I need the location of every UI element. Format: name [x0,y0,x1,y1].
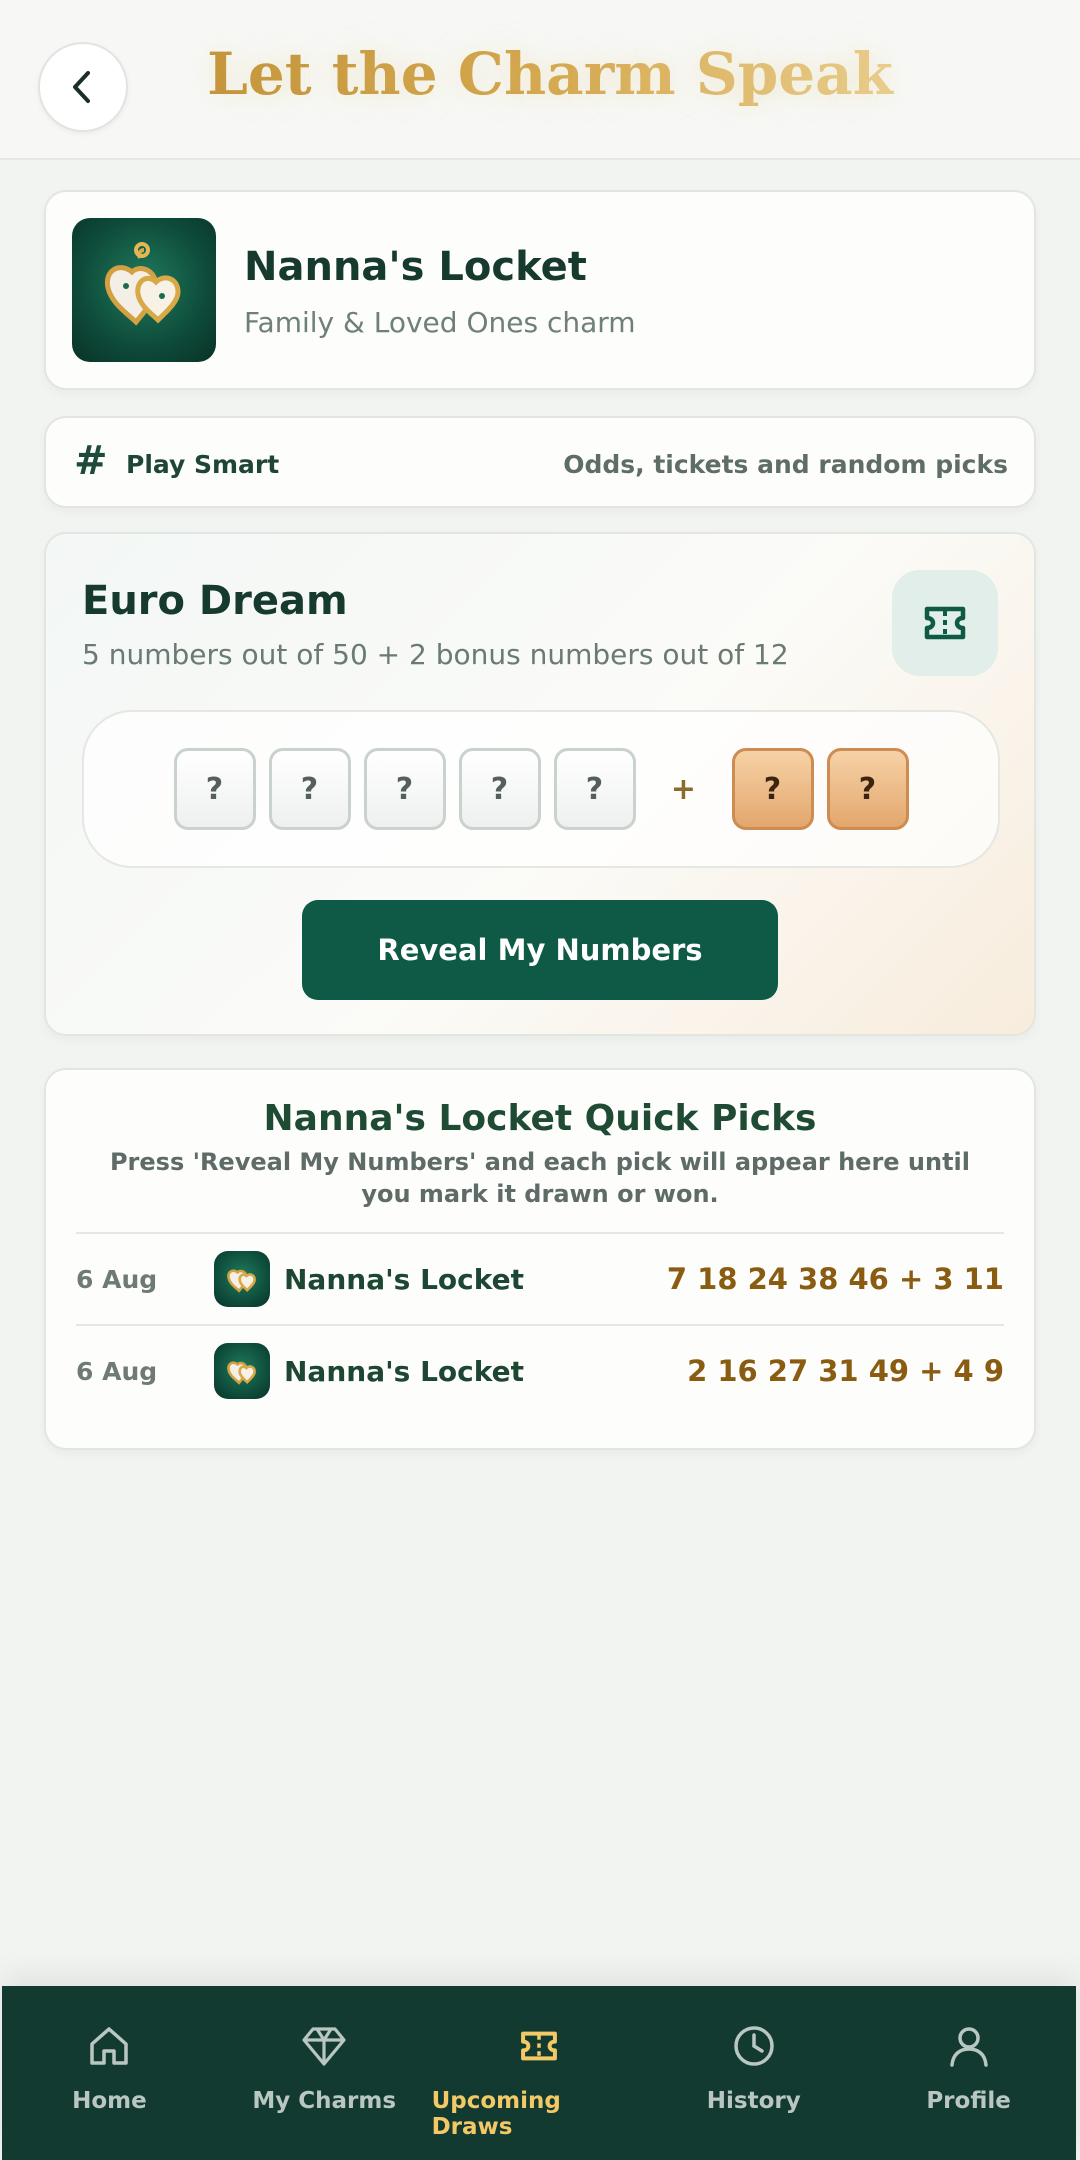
quick-picks-title: Nanna's Locket Quick Picks [263,1098,817,1139]
ticket-badge [892,570,998,676]
nav-item-my-charms[interactable]: My Charms [217,1986,432,2160]
pick-numbers: 2 16 27 31 49 + 4 9 [687,1354,1004,1388]
pick-numbers: 7 18 24 38 46 + 3 11 [666,1262,1004,1296]
pick-charm-name: Nanna's Locket [284,1354,524,1388]
bonus-ball: ? [731,748,814,830]
draw-card: Euro Dream 5 numbers out of 50 + 2 bonus… [44,532,1036,1036]
charm-image [72,218,216,362]
bottom-nav: Home My Charms Upcoming Draws History Pr… [2,1986,1076,2160]
nav-item-history[interactable]: History [646,1986,861,2160]
number-balls: ? ? ? ? ? + ? ? [82,710,1000,868]
draw-subtitle: 5 numbers out of 50 + 2 bonus numbers ou… [82,638,789,671]
nav-item-upcoming-draws[interactable]: Upcoming Draws [432,1986,647,2160]
nav-label: My Charms [252,2088,397,2114]
charm-name: Nanna's Locket [244,244,587,290]
locket-hearts-icon [214,1343,270,1399]
main-ball: ? [458,748,541,830]
reveal-numbers-button[interactable]: Reveal My Numbers [302,900,778,1000]
ticket-icon [515,2022,563,2070]
app-header: Let the Charm Speak [0,0,1080,160]
user-icon [945,2022,993,2070]
nav-item-profile[interactable]: Profile [861,1986,1076,2160]
quick-picks-subtitle: Press 'Reveal My Numbers' and each pick … [109,1148,971,1208]
main-ball: ? [173,748,256,830]
play-smart-hint: Odds, tickets and random picks [563,450,1008,479]
pick-row: 6 Aug Nanna's Locket 2 16 27 31 49 + 4 9 [76,1326,1004,1416]
nav-label: Profile [926,2088,1011,2114]
draw-title: Euro Dream [82,578,348,624]
bonus-ball: ? [826,748,909,830]
clock-icon [730,2022,778,2070]
plus-sign: + [670,771,697,807]
charm-card: Nanna's Locket Family & Loved Ones charm [44,190,1036,390]
charm-subtitle: Family & Loved Ones charm [244,306,636,339]
pick-date: 6 Aug [76,1264,158,1294]
hash-icon: # [74,438,108,484]
ticket-icon [924,606,966,640]
nav-label: Upcoming Draws [431,2088,561,2140]
page-title: Let the Charm Speak [0,40,1080,108]
main-ball: ? [363,748,446,830]
home-icon [85,2022,133,2070]
main-ball: ? [268,748,351,830]
locket-hearts-icon [104,242,181,326]
play-smart-bar[interactable]: # Play Smart Odds, tickets and random pi… [44,416,1036,508]
nav-item-home[interactable]: Home [2,1986,217,2160]
pick-row: 6 Aug Nanna's Locket 7 18 24 38 46 + 3 1… [76,1234,1004,1324]
pick-charm-name: Nanna's Locket [284,1262,524,1296]
locket-hearts-icon [214,1251,270,1307]
nav-label: History [706,2088,801,2114]
main-ball: ? [553,748,636,830]
pick-date: 6 Aug [76,1356,158,1386]
quick-picks-card: Nanna's Locket Quick Picks Press 'Reveal… [44,1068,1036,1450]
nav-label: Home [72,2088,147,2114]
play-smart-label: Play Smart [126,450,280,479]
diamond-icon [300,2022,348,2070]
